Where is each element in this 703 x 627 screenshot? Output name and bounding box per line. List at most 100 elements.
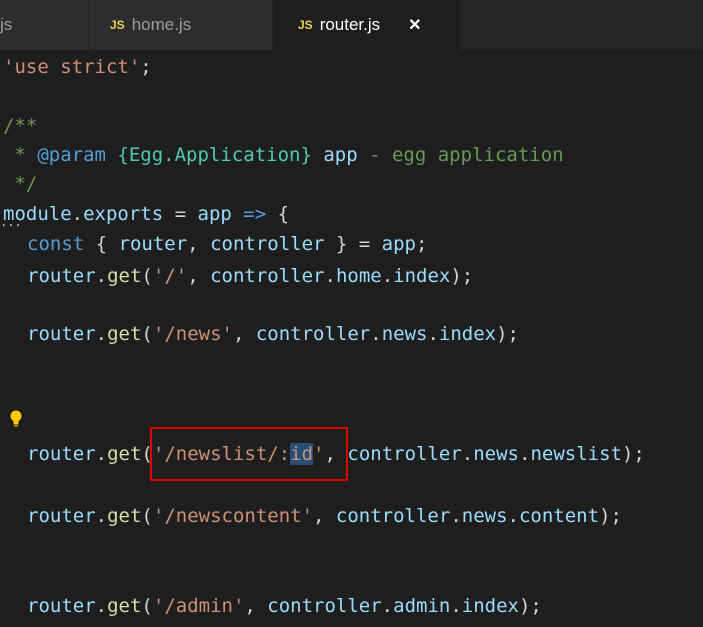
code-identifier: controller (210, 265, 325, 287)
code-identifier: router (118, 233, 188, 255)
code-punct: . (324, 265, 336, 287)
code-line: router.get('/admin', controller.admin.in… (27, 592, 542, 620)
code-punct: . (95, 595, 108, 617)
code-punct: , (187, 233, 211, 255)
tab-label: home.js (131, 15, 192, 34)
code-identifier: exports (83, 203, 164, 225)
code-identifier: router (27, 443, 96, 465)
tab-router-js[interactable]: JS router.js ✕ (274, 0, 460, 50)
code-identifier: index (393, 265, 451, 287)
javascript-file-icon: JS (298, 18, 313, 32)
code-comment: */ (3, 173, 38, 195)
editor-tab-bar: js JS home.js JS router.js ✕ (0, 0, 703, 50)
code-punct: . (95, 505, 108, 527)
code-punct: . (95, 323, 108, 345)
code-line: router.get('/newscontent', controller.ne… (27, 502, 622, 530)
code-punct: . (519, 443, 531, 465)
code-identifier: news (381, 323, 428, 345)
jsdoc-type: {Egg.Application} (117, 144, 312, 166)
code-string: '/news' (152, 323, 233, 345)
code-comment-space (312, 144, 323, 166)
code-method: get (107, 443, 142, 465)
code-method: get (107, 265, 142, 287)
code-punct: ; (415, 233, 428, 255)
highlight-box (150, 427, 348, 481)
tab-partial-js[interactable]: js (0, 0, 88, 50)
code-method: get (107, 323, 142, 345)
close-icon[interactable]: ✕ (408, 15, 421, 35)
code-punct: ( (141, 505, 153, 527)
code-identifier: controller (210, 233, 325, 255)
tab-label: router.js (319, 15, 381, 34)
code-line: * @param {Egg.Application} app - egg app… (3, 141, 564, 169)
code-punct: ); (518, 595, 542, 617)
code-comment-space (106, 144, 117, 166)
code-punct: ( (141, 265, 153, 287)
code-keyword: const (27, 233, 85, 255)
code-punct: . (450, 595, 462, 617)
code-identifier: router (27, 595, 96, 617)
code-punct: ); (621, 443, 645, 465)
code-punct: ( (141, 595, 153, 617)
code-punct: . (95, 265, 108, 287)
code-punct: , (244, 595, 268, 617)
code-punct: . (370, 323, 382, 345)
code-punct: . (450, 505, 462, 527)
code-identifier: newslist (530, 443, 622, 465)
code-punct: { (277, 203, 290, 225)
code-comment: - egg application (357, 144, 564, 166)
fold-ellipsis-icon[interactable]: ... (0, 216, 22, 228)
code-method: get (107, 505, 142, 527)
code-punct: ; (140, 56, 152, 78)
code-punct: . (381, 595, 394, 617)
code-string: '/newscontent' (152, 505, 314, 527)
code-string: '/' (152, 265, 188, 287)
code-line: router.get('/news', controller.news.inde… (27, 320, 519, 348)
jsdoc-param: app (323, 144, 358, 166)
code-punct: ); (599, 505, 622, 527)
code-identifier: app (197, 203, 232, 225)
code-punct: ); (450, 265, 474, 287)
code-punct: , (313, 505, 336, 527)
code-punct: . (95, 443, 108, 465)
code-identifier: controller (335, 505, 451, 527)
code-punct: ( (141, 323, 153, 345)
code-identifier: controller (267, 595, 382, 617)
tab-home-js[interactable]: JS home.js (90, 0, 272, 50)
code-punct: ); (496, 323, 519, 345)
code-identifier: router (27, 323, 96, 345)
code-punct: { (84, 233, 119, 255)
code-identifier: content (518, 505, 600, 527)
code-line: /** (3, 112, 37, 140)
code-identifier: controller (255, 323, 371, 345)
code-identifier: news (473, 443, 519, 465)
code-arrow: => (231, 203, 278, 225)
code-punct: . (71, 203, 84, 225)
code-punct: . (427, 323, 439, 345)
code-line: module.exports = app => { (3, 200, 289, 228)
code-identifier: news (461, 505, 508, 527)
code-punct: } = (324, 233, 382, 255)
code-identifier: app (381, 233, 416, 255)
jsdoc-tag: @param (37, 144, 106, 166)
code-string: '/admin' (152, 595, 245, 617)
code-method: get (107, 595, 142, 617)
code-operator: = (163, 203, 198, 225)
code-identifier: controller (347, 443, 462, 465)
code-string: 'use strict' (3, 56, 141, 78)
javascript-file-icon: JS (110, 18, 125, 32)
code-identifier: router (27, 265, 96, 287)
code-identifier: index (461, 595, 519, 617)
code-punct: . (507, 505, 519, 527)
code-line: */ (3, 170, 37, 198)
tab-label: js (0, 15, 13, 34)
code-punct: , (187, 265, 211, 287)
code-punct: . (461, 443, 474, 465)
lightbulb-icon[interactable] (9, 409, 23, 429)
code-line: router.get('/', controller.home.index); (27, 262, 473, 290)
code-identifier: admin (393, 595, 451, 617)
code-punct: . (381, 265, 394, 287)
code-comment: /** (3, 115, 38, 137)
code-identifier: home (335, 265, 382, 287)
code-identifier: router (27, 505, 96, 527)
